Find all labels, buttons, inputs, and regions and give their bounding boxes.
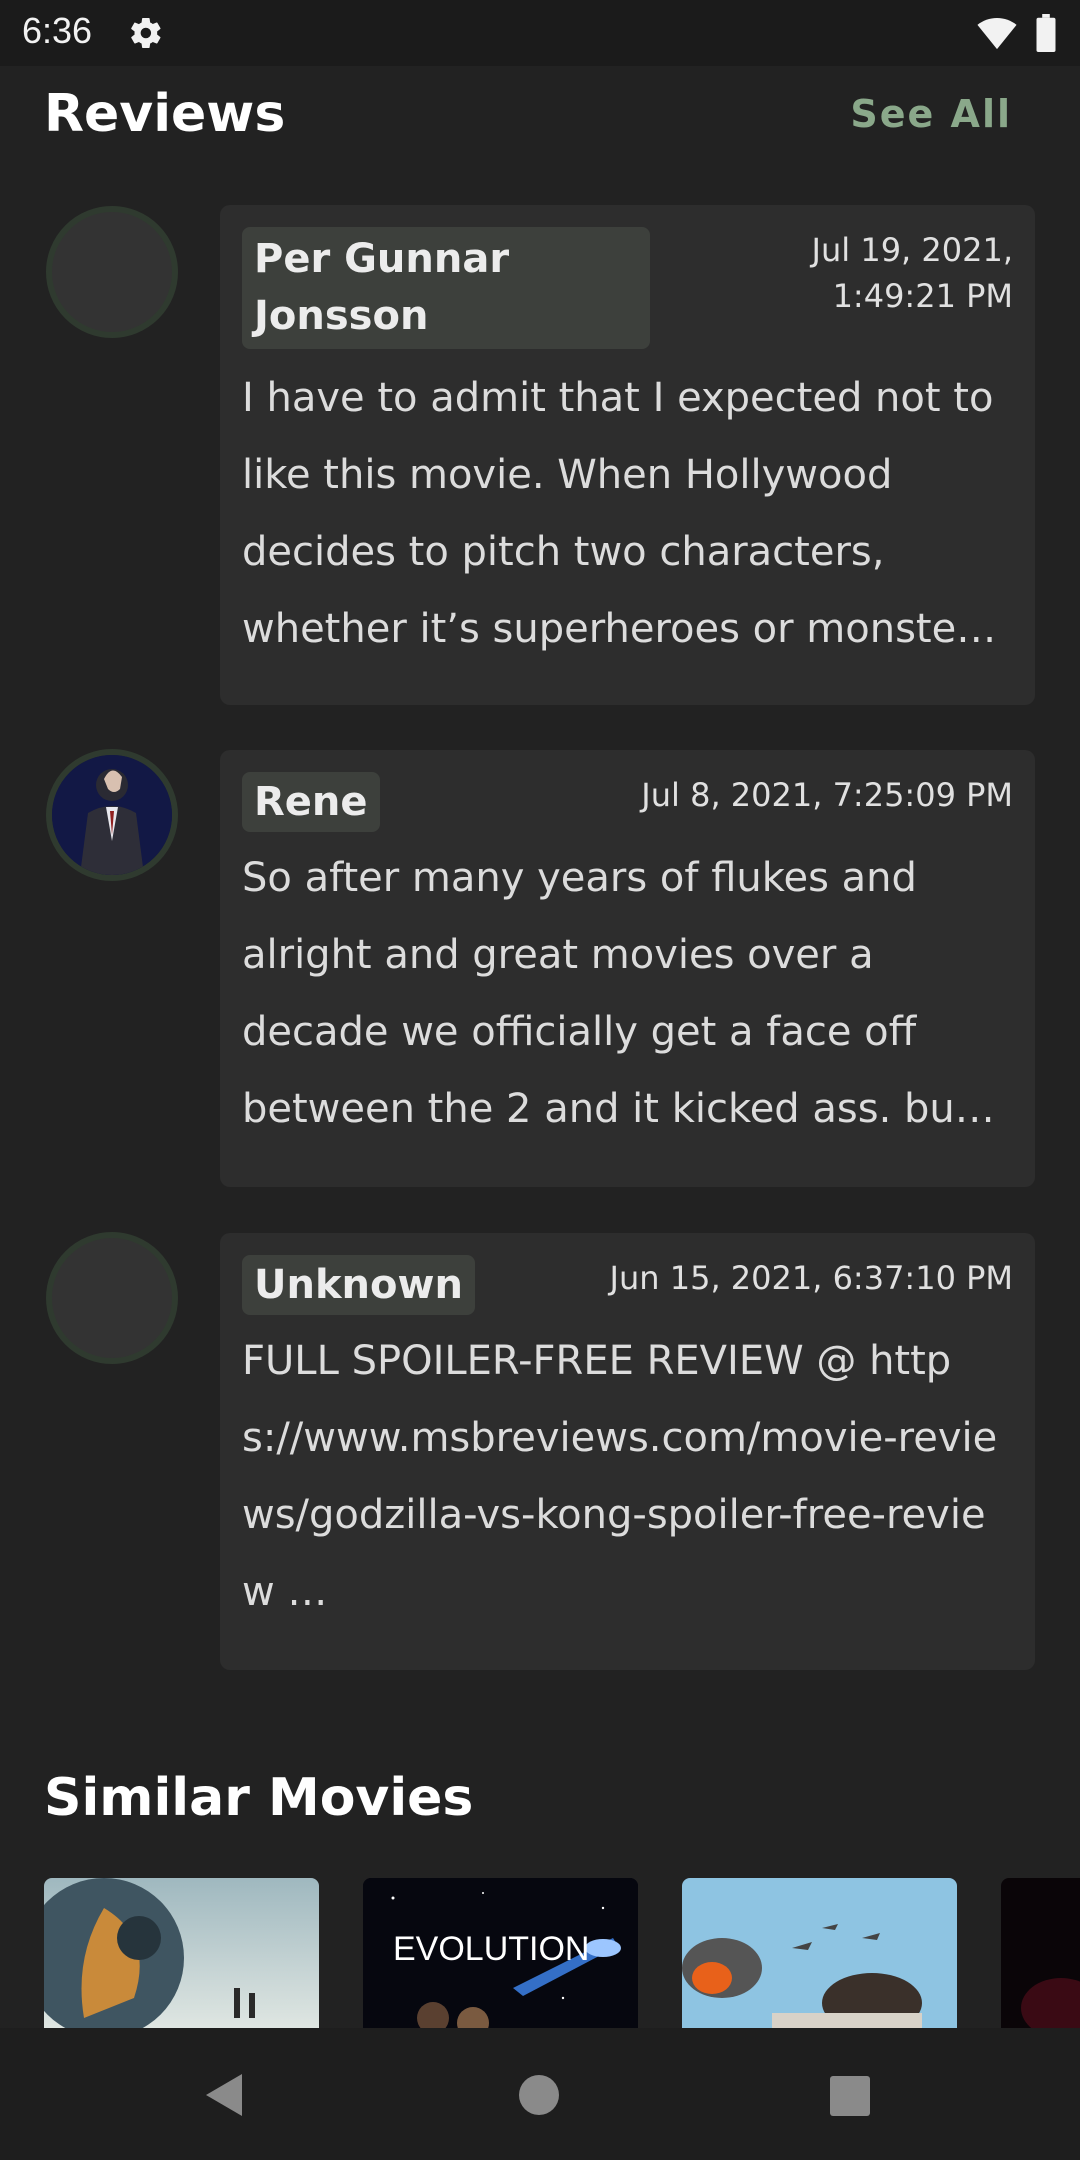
review-card[interactable]: Unknown Jun 15, 2021, 6:37:10 PM FULL SP… xyxy=(220,1233,1035,1670)
avatar[interactable] xyxy=(46,1232,178,1364)
avatar[interactable] xyxy=(46,206,178,338)
user-photo-icon xyxy=(52,755,172,875)
gear-icon xyxy=(131,17,161,49)
status-time: 6:36 xyxy=(22,10,93,51)
review-date: Jul 8, 2021, 7:25:09 PM xyxy=(641,776,1013,814)
poster-robot-helmet[interactable] xyxy=(44,1878,319,2028)
review-date: Jul 19, 2021, 1:49:21 PM xyxy=(811,231,1013,315)
review-card[interactable]: Per Gunnar Jonsson Jul 19, 2021, 1:49:21… xyxy=(220,205,1035,705)
wifi-icon xyxy=(977,18,1017,50)
review-text: So after many years of flukes and alrigh… xyxy=(242,855,995,1132)
review-author-chip: Per Gunnar Jonsson xyxy=(242,227,650,349)
back-icon[interactable] xyxy=(204,2072,244,2118)
poster-kong-battle[interactable] xyxy=(682,1878,957,2028)
avatar[interactable] xyxy=(46,749,178,881)
similar-movies-title: Similar Movies xyxy=(44,1768,474,1828)
recents-icon[interactable] xyxy=(830,2076,870,2116)
reviews-title: Reviews xyxy=(44,84,286,144)
review-card[interactable]: Rene Jul 8, 2021, 7:25:09 PM So after ma… xyxy=(220,750,1035,1187)
home-icon[interactable] xyxy=(518,2074,560,2116)
status-bar: 6:36 xyxy=(0,0,1080,66)
poster-title: EVOLUTION xyxy=(393,1930,590,1968)
review-text: FULL SPOILER-FREE REVIEW @ https://www.m… xyxy=(242,1338,998,1615)
review-date: Jun 15, 2021, 6:37:10 PM xyxy=(609,1259,1013,1297)
see-all-button[interactable]: See All xyxy=(850,92,1012,136)
poster-evolution[interactable]: EVOLUTION xyxy=(363,1878,638,2028)
review-author-chip: Rene xyxy=(242,772,380,832)
battery-icon xyxy=(1036,14,1056,52)
review-text: I have to admit that I expected not to l… xyxy=(242,375,997,652)
review-author-chip: Unknown xyxy=(242,1255,475,1315)
poster-partial-dark[interactable] xyxy=(1001,1878,1080,2028)
navigation-bar xyxy=(0,2028,1080,2160)
